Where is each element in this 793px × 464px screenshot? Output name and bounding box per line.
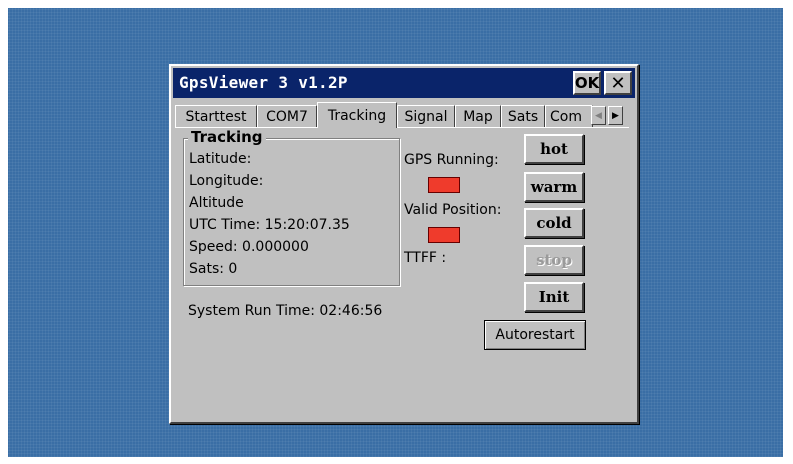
- tracking-groupbox: Tracking Latitude: Longitude: Altitude U…: [183, 128, 400, 286]
- gps-running-label: GPS Running:: [404, 152, 499, 168]
- tab-scroll-right-icon[interactable]: ▶: [608, 106, 623, 125]
- title-bar: GpsViewer 3 v1.2P OK ✕: [173, 68, 635, 98]
- system-run-time: System Run Time: 02:46:56: [188, 303, 383, 319]
- stop-button[interactable]: stop: [524, 245, 584, 275]
- ok-button[interactable]: OK: [573, 71, 601, 95]
- gpsviewer-window: GpsViewer 3 v1.2P OK ✕ Starttest COM7 Tr…: [169, 64, 639, 424]
- ttff-label: TTFF :: [404, 250, 447, 266]
- tab-scroll-left-icon[interactable]: ◀: [591, 106, 606, 125]
- tab-tracking[interactable]: Tracking: [317, 102, 397, 128]
- utc-time-field: UTC Time: 15:20:07.35: [189, 217, 350, 233]
- tab-map[interactable]: Map: [455, 105, 501, 127]
- tab-strip: Starttest COM7 Tracking Signal Map Sats …: [175, 102, 595, 128]
- altitude-field: Altitude: [189, 195, 244, 211]
- tracking-panel: Tracking Latitude: Longitude: Altitude U…: [175, 127, 629, 412]
- tab-com[interactable]: Com: [545, 105, 593, 127]
- close-icon[interactable]: ✕: [604, 71, 632, 95]
- hot-button[interactable]: hot: [524, 134, 584, 164]
- warm-button[interactable]: warm: [524, 172, 584, 202]
- init-button[interactable]: Init: [524, 282, 584, 312]
- sats-field: Sats: 0: [189, 261, 238, 277]
- tab-sats[interactable]: Sats: [501, 105, 545, 127]
- gps-running-indicator: [428, 177, 460, 193]
- valid-position-indicator: [428, 227, 460, 243]
- tracking-group-title: Tracking: [188, 128, 266, 146]
- latitude-field: Latitude:: [189, 151, 252, 167]
- speed-field: Speed: 0.000000: [189, 239, 309, 255]
- tab-starttest[interactable]: Starttest: [175, 105, 257, 127]
- tab-signal[interactable]: Signal: [397, 105, 455, 127]
- window-title: GpsViewer 3 v1.2P: [179, 73, 348, 92]
- autorestart-button[interactable]: Autorestart: [484, 320, 586, 350]
- cold-button[interactable]: cold: [524, 208, 584, 238]
- valid-position-label: Valid Position:: [404, 202, 502, 218]
- tab-com7[interactable]: COM7: [257, 105, 317, 127]
- longitude-field: Longitude:: [189, 173, 264, 189]
